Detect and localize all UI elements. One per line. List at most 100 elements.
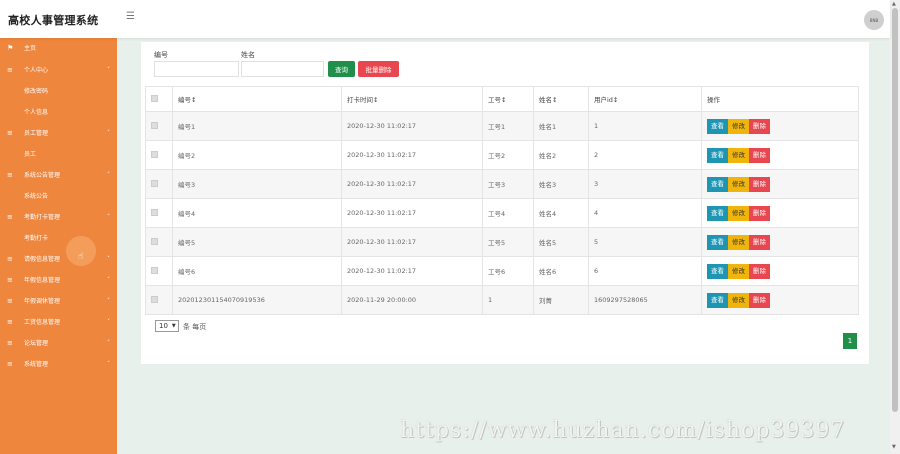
sidebar-item-10[interactable]: ≡ 请假信息管理 ˇ bbox=[0, 249, 117, 270]
sidebar-item-15[interactable]: ≡ 系统管理 ˇ bbox=[0, 354, 117, 375]
scroll-thumb[interactable] bbox=[892, 8, 898, 412]
chevron-down-icon: ˇ bbox=[107, 214, 110, 221]
sidebar-item-14[interactable]: ≡ 论坛管理 ˇ bbox=[0, 333, 117, 354]
sidebar-item-9[interactable]: 考勤打卡 bbox=[0, 228, 117, 249]
list-icon: ≡ bbox=[7, 66, 13, 74]
edit-button[interactable]: 修改 bbox=[728, 118, 749, 134]
row-checkbox[interactable] bbox=[151, 208, 158, 216]
row-checkbox[interactable] bbox=[151, 179, 158, 187]
list-icon: ≡ bbox=[7, 171, 13, 179]
row-checkbox[interactable] bbox=[151, 150, 158, 158]
row-checkbox[interactable] bbox=[151, 237, 158, 245]
sidebar-item-0[interactable]: ⚑ 主页 bbox=[0, 38, 117, 60]
search-name-label: 姓名 bbox=[241, 51, 255, 59]
cell-actions: 查看 修改 删除 bbox=[701, 140, 859, 170]
avatar[interactable]: BNB bbox=[864, 10, 884, 30]
view-button[interactable]: 查看 bbox=[707, 292, 728, 308]
view-button[interactable]: 查看 bbox=[707, 118, 728, 134]
delete-button[interactable]: 删除 bbox=[749, 176, 770, 192]
sidebar-item-11[interactable]: ≡ 年假信息管理 ˇ bbox=[0, 270, 117, 291]
cell-time: 2020-12-30 11:02:17 bbox=[341, 256, 483, 286]
edit-button[interactable]: 修改 bbox=[728, 234, 749, 250]
table-row: 编号5 2020-12-30 11:02:17 工号5 姓名5 5 查看 修改 删除 bbox=[145, 227, 859, 257]
row-checkbox-cell[interactable] bbox=[145, 111, 173, 141]
search-name-input[interactable] bbox=[241, 61, 324, 77]
select-all-checkbox-cell[interactable] bbox=[145, 86, 173, 112]
cell-workno: 工号5 bbox=[482, 227, 534, 257]
list-icon: ≡ bbox=[7, 129, 13, 137]
chevron-down-icon: ˇ bbox=[107, 256, 110, 263]
sidebar-item-8[interactable]: ≡ 考勤打卡管理 ˇ bbox=[0, 207, 117, 228]
sidebar-item-label: 主页 bbox=[24, 45, 37, 52]
sidebar-item-6[interactable]: ≡ 系统公告管理 ˇ bbox=[0, 165, 117, 186]
cell-name: 姓名1 bbox=[533, 111, 589, 141]
row-checkbox[interactable] bbox=[151, 266, 158, 274]
menu-toggle-icon[interactable]: ☰ bbox=[126, 12, 135, 22]
row-checkbox-cell[interactable] bbox=[145, 140, 173, 170]
sidebar-item-label: 修改密码 bbox=[24, 88, 49, 95]
sidebar-item-13[interactable]: ≡ 工资信息管理 ˇ bbox=[0, 312, 117, 333]
sidebar-item-4[interactable]: ≡ 员工管理 ˇ bbox=[0, 123, 117, 144]
edit-button[interactable]: 修改 bbox=[728, 176, 749, 192]
row-checkbox-cell[interactable] bbox=[145, 227, 173, 257]
sidebar-item-12[interactable]: ≡ 年假调休管理 ˇ bbox=[0, 291, 117, 312]
view-button[interactable]: 查看 bbox=[707, 205, 728, 221]
search-id-input[interactable] bbox=[154, 61, 239, 77]
cell-userid: 4 bbox=[588, 198, 702, 228]
edit-button[interactable]: 修改 bbox=[728, 292, 749, 308]
scroll-down-icon[interactable]: ▼ bbox=[892, 444, 896, 450]
delete-button[interactable]: 删除 bbox=[749, 205, 770, 221]
edit-button[interactable]: 修改 bbox=[728, 147, 749, 163]
edit-button[interactable]: 修改 bbox=[728, 205, 749, 221]
table-header-row: 编号↕ 打卡时间↕ 工号↕ 姓名↕ 用户id↕ 操作 bbox=[145, 86, 859, 112]
select-all-checkbox[interactable] bbox=[151, 94, 158, 102]
table-row: 编号4 2020-12-30 11:02:17 工号4 姓名4 4 查看 修改 删除 bbox=[145, 198, 859, 228]
delete-button[interactable]: 删除 bbox=[749, 263, 770, 279]
row-checkbox[interactable] bbox=[151, 121, 158, 129]
row-checkbox-cell[interactable] bbox=[145, 198, 173, 228]
delete-button[interactable]: 删除 bbox=[749, 147, 770, 163]
sidebar-item-2[interactable]: 修改密码 bbox=[0, 81, 117, 102]
cell-workno: 工号2 bbox=[482, 140, 534, 170]
cell-userid: 6 bbox=[588, 256, 702, 286]
chevron-down-icon: ▼ bbox=[171, 323, 176, 329]
attendance-table: 编号↕ 打卡时间↕ 工号↕ 姓名↕ 用户id↕ 操作 编号1 2020-12-30… bbox=[145, 86, 859, 315]
cell-userid: 2 bbox=[588, 140, 702, 170]
delete-button[interactable]: 删除 bbox=[749, 118, 770, 134]
page-button-1[interactable]: 1 bbox=[843, 333, 857, 349]
row-checkbox-cell[interactable] bbox=[145, 285, 173, 315]
scroll-up-icon[interactable]: ▲ bbox=[892, 1, 896, 7]
view-button[interactable]: 查看 bbox=[707, 234, 728, 250]
cell-name: 刘菁 bbox=[533, 285, 589, 315]
view-button[interactable]: 查看 bbox=[707, 147, 728, 163]
chevron-down-icon: ˇ bbox=[107, 277, 110, 284]
sidebar-item-1[interactable]: ≡ 个人中心 ˇ bbox=[0, 60, 117, 81]
table-row: 编号1 2020-12-30 11:02:17 工号1 姓名1 1 查看 修改 删除 bbox=[145, 111, 859, 141]
delete-button[interactable]: 删除 bbox=[749, 234, 770, 250]
col-header-name[interactable]: 姓名↕ bbox=[533, 86, 589, 112]
sidebar-item-3[interactable]: 个人信息 bbox=[0, 102, 117, 123]
batch-delete-button[interactable]: 批量删除 bbox=[358, 61, 399, 77]
vertical-scrollbar[interactable]: ▲ ▼ bbox=[890, 0, 900, 454]
watermark: https://www.huzhan.com/ishop39397 bbox=[400, 418, 846, 443]
query-button[interactable]: 查询 bbox=[328, 61, 355, 77]
hand-cursor-icon: ☝ bbox=[78, 252, 84, 262]
col-header-time[interactable]: 打卡时间↕ bbox=[341, 86, 483, 112]
col-header-workno[interactable]: 工号↕ bbox=[482, 86, 534, 112]
row-checkbox-cell[interactable] bbox=[145, 256, 173, 286]
view-button[interactable]: 查看 bbox=[707, 263, 728, 279]
edit-button[interactable]: 修改 bbox=[728, 263, 749, 279]
page-size-label: 条 每页 bbox=[183, 323, 207, 331]
row-checkbox-cell[interactable] bbox=[145, 169, 173, 199]
sidebar-item-7[interactable]: 系统公告 bbox=[0, 186, 117, 207]
row-checkbox[interactable] bbox=[151, 295, 158, 303]
view-button[interactable]: 查看 bbox=[707, 176, 728, 192]
page-size-select[interactable]: 10 ▼ bbox=[155, 320, 179, 332]
delete-button[interactable]: 删除 bbox=[749, 292, 770, 308]
cell-id: 编号2 bbox=[172, 140, 342, 170]
cell-workno: 1 bbox=[482, 285, 534, 315]
sidebar-item-5[interactable]: 员工 bbox=[0, 144, 117, 165]
col-header-id[interactable]: 编号↕ bbox=[172, 86, 342, 112]
cell-name: 姓名3 bbox=[533, 169, 589, 199]
col-header-userid[interactable]: 用户id↕ bbox=[588, 86, 702, 112]
